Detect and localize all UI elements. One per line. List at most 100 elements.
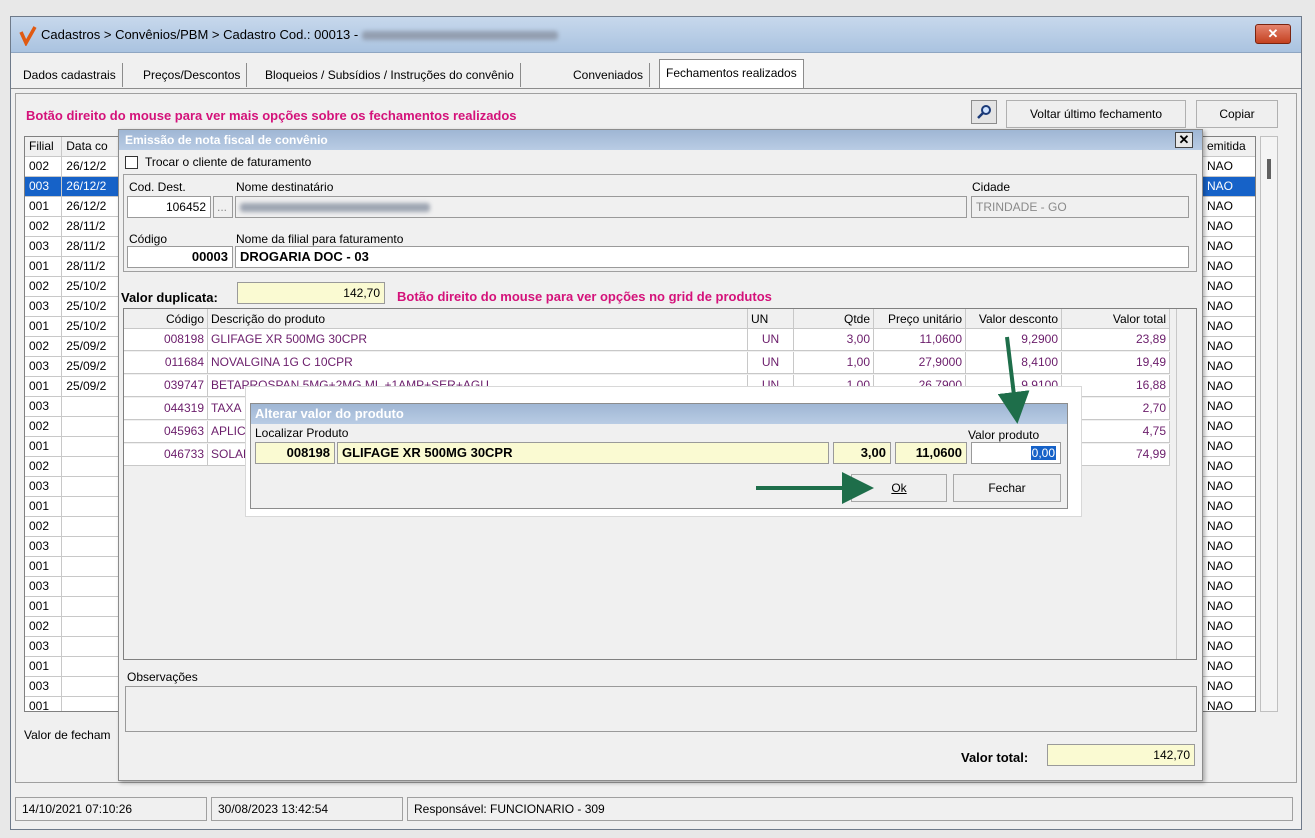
alterar-preco-field[interactable]: 11,0600 (895, 442, 967, 464)
emissao-close-button[interactable]: ✕ (1175, 132, 1193, 148)
fechamentos-grid-left[interactable]: Filial Data co 002 26/12/2 003 26/12/2 001 26/1… (24, 136, 124, 712)
cell-emitida[interactable]: NAO (1203, 477, 1255, 497)
table-row[interactable]: 001 (25, 557, 123, 577)
codigo-filial-field[interactable]: 00003 (127, 246, 233, 268)
cell-emitida[interactable]: NAO (1203, 237, 1255, 257)
cod-dest-field[interactable]: 106452 (127, 196, 211, 218)
table-row[interactable]: 002 (25, 517, 123, 537)
table-row[interactable]: 003 (25, 677, 123, 697)
cell-emitida[interactable]: NAO (1203, 457, 1255, 477)
table-row[interactable]: 011684 NOVALGINA 1G C 10CPR UN 1,00 27,9000 8… (124, 352, 1170, 374)
cell-emitida[interactable]: NAO (1203, 337, 1255, 357)
scrollbar-thumb[interactable] (1267, 159, 1271, 179)
valor-produto-input[interactable]: 0,00 (971, 442, 1061, 464)
table-row[interactable]: 003 (25, 637, 123, 657)
cell-emitida[interactable]: NAO (1203, 497, 1255, 517)
table-row[interactable]: 001 (25, 697, 123, 711)
cell-emitida[interactable]: NAO (1203, 257, 1255, 277)
table-row[interactable]: 003 (25, 477, 123, 497)
table-row[interactable]: 003 (25, 537, 123, 557)
nome-dest-field[interactable] (235, 196, 967, 218)
col-emitida[interactable]: emitida (1203, 137, 1255, 157)
table-row[interactable]: 002 25/10/2 (25, 277, 123, 297)
cell-emitida[interactable]: NAO (1203, 357, 1255, 377)
table-row[interactable]: 002 28/11/2 (25, 217, 123, 237)
col-codigo[interactable]: Código (124, 309, 208, 328)
table-row[interactable]: 003 28/11/2 (25, 237, 123, 257)
cell-emitida[interactable]: NAO (1203, 397, 1255, 417)
cell-emitida[interactable]: NAO (1203, 657, 1255, 677)
cell-emitida[interactable]: NAO (1203, 437, 1255, 457)
cell-emitida[interactable]: NAO (1203, 557, 1255, 577)
observacoes-field[interactable] (125, 686, 1197, 732)
tab-conveniados[interactable]: Conveniados (567, 63, 651, 87)
col-un[interactable]: UN (748, 309, 794, 328)
tab-bloqueios[interactable]: Bloqueios / Subsídios / Instruções do co… (259, 63, 521, 87)
cell-emitida[interactable]: NAO (1203, 677, 1255, 697)
voltar-ultimo-fechamento-button[interactable]: Voltar último fechamento (1006, 100, 1186, 128)
table-row[interactable]: 003 (25, 577, 123, 597)
table-row[interactable]: 003 25/10/2 (25, 297, 123, 317)
col-qtde[interactable]: Qtde (794, 309, 874, 328)
fechamentos-scrollbar[interactable] (1260, 136, 1278, 712)
table-row[interactable]: 003 (25, 397, 123, 417)
table-row[interactable]: 008198 GLIFAGE XR 500MG 30CPR UN 3,00 11,060… (124, 329, 1170, 351)
cod-dest-lookup-button[interactable]: ... (213, 196, 233, 218)
cidade-field[interactable]: TRINDADE - GO (971, 196, 1189, 218)
col-data[interactable]: Data co (62, 137, 123, 156)
cell-emitida[interactable]: NAO (1203, 697, 1255, 711)
trocar-cliente-checkbox[interactable] (125, 156, 138, 169)
col-filial[interactable]: Filial (25, 137, 63, 156)
table-row[interactable]: 001 (25, 597, 123, 617)
cell-emitida[interactable]: NAO (1203, 197, 1255, 217)
cell-emitida[interactable]: NAO (1203, 377, 1255, 397)
alterar-codigo-field[interactable]: 008198 (255, 442, 335, 464)
produtos-scrollbar[interactable] (1176, 309, 1196, 659)
table-row[interactable]: 002 (25, 417, 123, 437)
cell-emitida[interactable]: NAO (1203, 297, 1255, 317)
table-row[interactable]: 001 26/12/2 (25, 197, 123, 217)
table-row[interactable]: 002 25/09/2 (25, 337, 123, 357)
table-row[interactable]: 002 26/12/2 (25, 157, 123, 177)
valor-duplicata-field[interactable]: 142,70 (237, 282, 385, 304)
cell-emitida[interactable]: NAO (1203, 417, 1255, 437)
fechamentos-grid-right[interactable]: emitida NAO NAO NAO NAO NAO NAO NAO NAO NAO NAO NAO… (1202, 136, 1256, 712)
search-button[interactable] (971, 100, 997, 124)
fechar-button[interactable]: Fechar (953, 474, 1061, 502)
window-close-button[interactable]: ✕ (1255, 24, 1291, 44)
col-descricao[interactable]: Descrição do produto (208, 309, 748, 328)
nome-filial-field[interactable]: DROGARIA DOC - 03 (235, 246, 1189, 268)
table-row[interactable]: 001 28/11/2 (25, 257, 123, 277)
cell-emitida[interactable]: NAO (1203, 177, 1255, 197)
alterar-descricao-field[interactable]: GLIFAGE XR 500MG 30CPR (337, 442, 829, 464)
cell-emitida[interactable]: NAO (1203, 617, 1255, 637)
cell-emitida[interactable]: NAO (1203, 157, 1255, 177)
table-row[interactable]: 001 (25, 657, 123, 677)
cell-emitida[interactable]: NAO (1203, 637, 1255, 657)
tab-fechamentos-realizados[interactable]: Fechamentos realizados (659, 59, 804, 88)
alterar-qtde-field[interactable]: 3,00 (833, 442, 891, 464)
cell-emitida[interactable]: NAO (1203, 517, 1255, 537)
ok-button[interactable]: Ok (851, 474, 947, 502)
copiar-button[interactable]: Copiar (1196, 100, 1278, 128)
table-row[interactable]: 001 (25, 497, 123, 517)
cell-emitida[interactable]: NAO (1203, 537, 1255, 557)
tab-dados-cadastrais[interactable]: Dados cadastrais (17, 63, 123, 87)
table-row[interactable]: 001 25/10/2 (25, 317, 123, 337)
cell-emitida[interactable]: NAO (1203, 317, 1255, 337)
col-preco[interactable]: Preço unitário (874, 309, 966, 328)
valor-total-field[interactable]: 142,70 (1047, 744, 1195, 766)
table-row[interactable]: 001 25/09/2 (25, 377, 123, 397)
cell-emitida[interactable]: NAO (1203, 597, 1255, 617)
table-row[interactable]: 003 25/09/2 (25, 357, 123, 377)
table-row[interactable]: 001 (25, 437, 123, 457)
cell-emitida[interactable]: NAO (1203, 277, 1255, 297)
table-row[interactable]: 003 26/12/2 (25, 177, 123, 197)
col-desconto[interactable]: Valor desconto (966, 309, 1062, 328)
cell-emitida[interactable]: NAO (1203, 217, 1255, 237)
table-row[interactable]: 002 (25, 457, 123, 477)
col-total[interactable]: Valor total (1062, 309, 1170, 328)
table-row[interactable]: 002 (25, 617, 123, 637)
cell-emitida[interactable]: NAO (1203, 577, 1255, 597)
tab-precos-descontos[interactable]: Preços/Descontos (137, 63, 248, 87)
